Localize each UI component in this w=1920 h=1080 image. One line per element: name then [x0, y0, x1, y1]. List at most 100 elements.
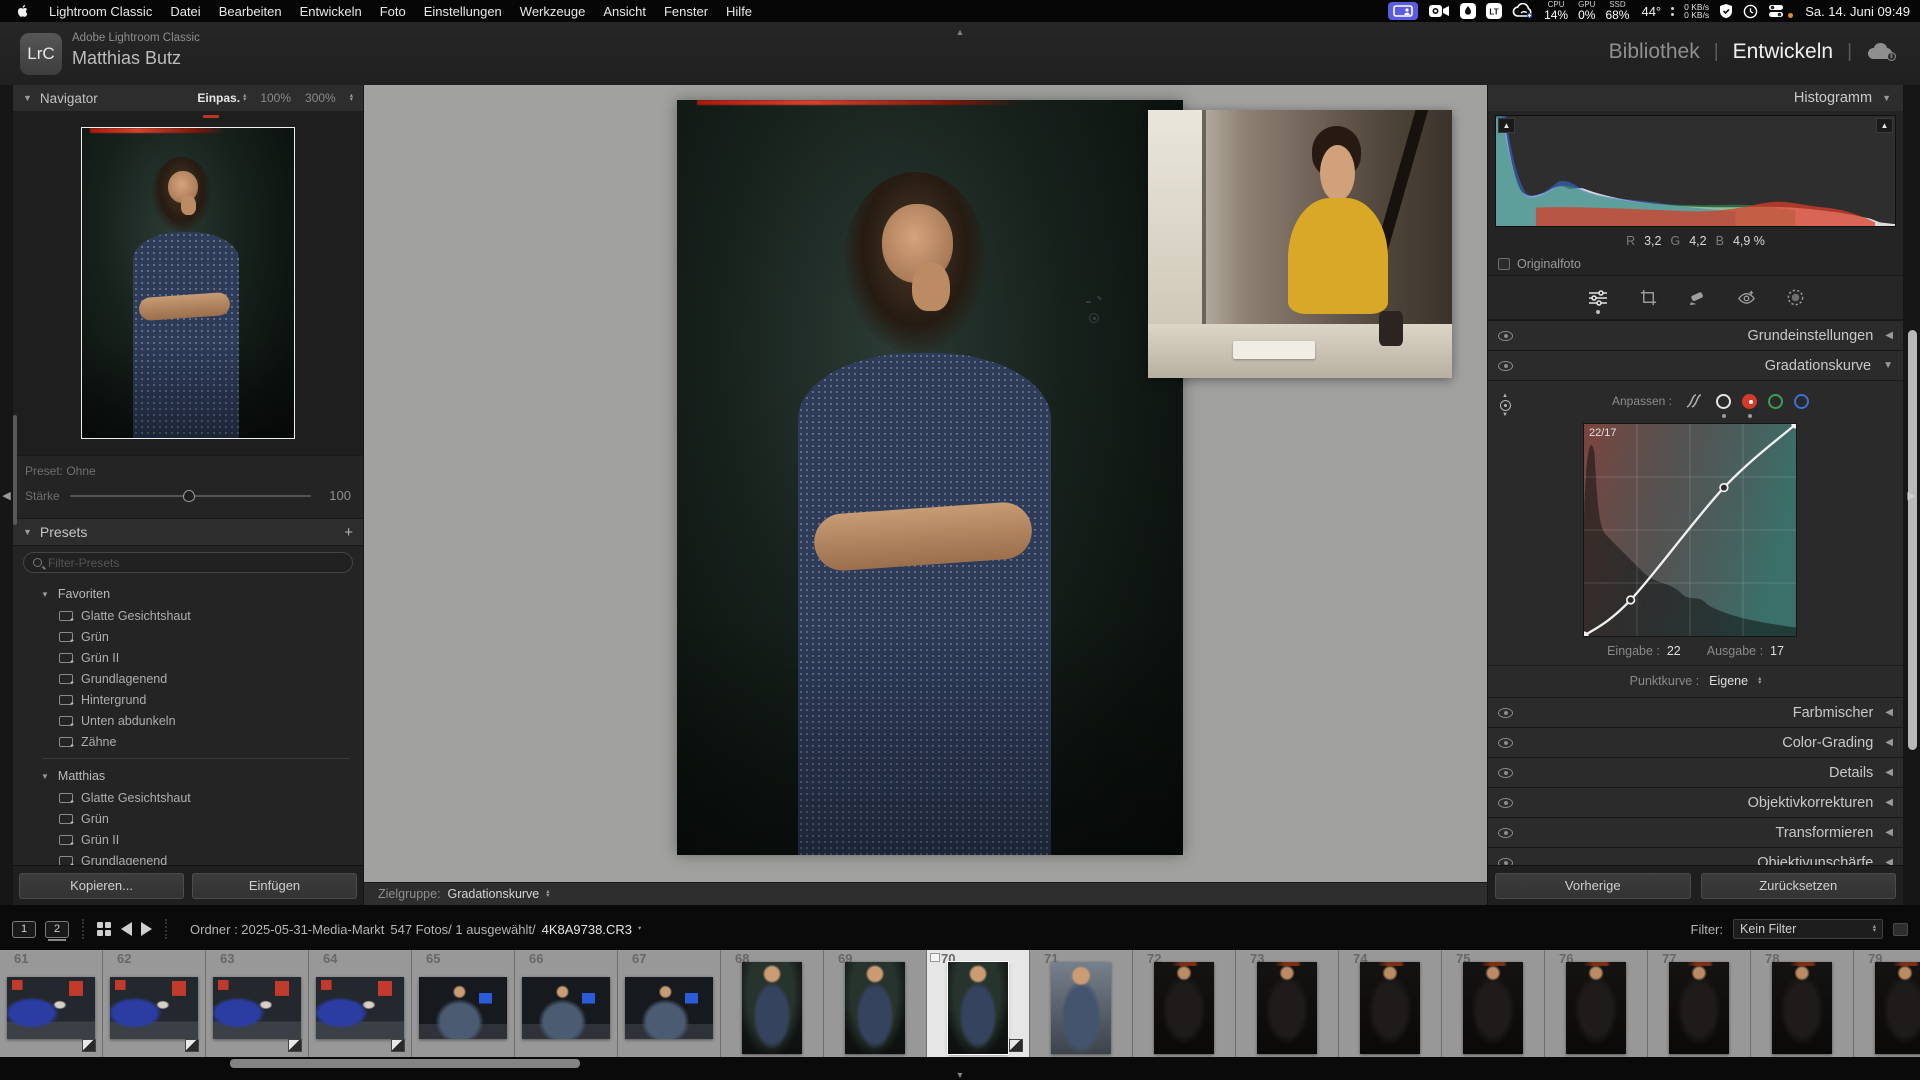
thumbnail-photo[interactable] [625, 977, 713, 1039]
menubar-menu-item[interactable]: Hilfe [717, 4, 761, 19]
menubar-menu-item[interactable]: Bearbeiten [210, 4, 291, 19]
filmstrip-thumbnail[interactable]: 61 [0, 950, 103, 1057]
thumbnail-photo[interactable] [1566, 962, 1626, 1054]
navigator-header[interactable]: ▼ Navigator Einpas.▴▾ 100% 300% ▴▾ [13, 85, 363, 111]
preset-item[interactable]: Grün II [13, 647, 363, 668]
point-curve-stepper-icon[interactable]: ▴▾ [1758, 677, 1761, 684]
filmstrip-thumbnail[interactable]: 72 [1133, 950, 1236, 1057]
add-preset-button[interactable]: + [344, 524, 353, 541]
thumbnail-photo[interactable] [948, 962, 1008, 1054]
collapsed-section-header[interactable]: Transformieren ◀ [1488, 817, 1903, 847]
go-forward-arrow-icon[interactable] [141, 922, 152, 936]
gpu-stat[interactable]: GPU0% [1578, 1, 1595, 21]
collapse-filmstrip-arrow[interactable]: ▼ [956, 1070, 965, 1080]
preset-item[interactable]: Glatte Gesichtshaut [13, 787, 363, 808]
panel-eye-icon[interactable] [1498, 738, 1513, 748]
reset-button[interactable]: Zurücksetzen [1701, 873, 1897, 899]
temperature-stat[interactable]: 44° [1641, 4, 1661, 19]
menubar-menu-item[interactable]: Ansicht [594, 4, 655, 19]
preset-item[interactable]: Grün [13, 808, 363, 829]
navigator-preview[interactable] [13, 111, 363, 455]
preset-search-input[interactable]: Filter-Presets [23, 552, 353, 573]
screen-mirroring-icon[interactable] [1388, 2, 1418, 20]
thumbnail-photo[interactable] [110, 977, 198, 1039]
module-library[interactable]: Bibliothek [1609, 40, 1700, 64]
thumbnail-photo[interactable] [1875, 962, 1920, 1054]
thumbnail-photo[interactable] [1051, 962, 1111, 1054]
previous-button[interactable]: Vorherige [1495, 873, 1691, 899]
point-curve-row[interactable]: Punktkurve : Eigene ▴▾ [1488, 665, 1903, 695]
filmstrip-thumbnail[interactable]: 66 [515, 950, 618, 1057]
section-gradationskurve-header[interactable]: Gradationskurve ▼ [1488, 350, 1903, 380]
thumbnail-photo[interactable] [522, 977, 610, 1039]
zoom-stepper-icon[interactable]: ▴▾ [350, 94, 353, 101]
collapsed-section-header[interactable]: Farbmischer ◀ [1488, 697, 1903, 727]
original-photo-checkbox[interactable] [1498, 258, 1510, 270]
zoom-300-control[interactable]: 300% [305, 91, 336, 105]
zoom-100-control[interactable]: 100% [260, 91, 291, 105]
filter-lock-button[interactable] [1893, 923, 1908, 936]
collapsed-section-header[interactable]: Details ◀ [1488, 757, 1903, 787]
targeted-adjustment-tool-icon[interactable]: ▲▼ [1497, 393, 1513, 419]
preset-item[interactable]: Grün II [13, 829, 363, 850]
masking-tool-icon[interactable] [1786, 288, 1805, 307]
filmstrip-thumbnail[interactable]: 64 [309, 950, 412, 1057]
thumbnail-photo[interactable] [845, 962, 905, 1054]
right-panel-scrollbar[interactable] [1908, 330, 1917, 750]
target-group-stepper-icon[interactable]: ▴▾ [546, 890, 549, 897]
panel-eye-icon[interactable] [1498, 858, 1513, 866]
panel-eye-icon[interactable] [1498, 828, 1513, 838]
thumbnail-photo[interactable] [1463, 962, 1523, 1054]
point-curve-channel-icon[interactable] [1716, 394, 1731, 409]
strength-slider-knob[interactable] [183, 490, 195, 502]
menubar-menu-item[interactable]: Entwickeln [291, 4, 371, 19]
filmstrip-thumbnail[interactable]: 68 [721, 950, 824, 1057]
panel-eye-icon[interactable] [1498, 708, 1513, 718]
second-window-button[interactable]: 2 [45, 921, 69, 938]
main-window-button[interactable]: 1 [12, 921, 36, 938]
filter-select[interactable]: Kein Filter ▴▾ [1733, 919, 1883, 939]
histogram-plot[interactable]: ▲ ▲ [1495, 115, 1896, 227]
cpu-stat[interactable]: CPU14% [1544, 1, 1568, 21]
preset-item[interactable]: Grün [13, 626, 363, 647]
control-center-icon[interactable] [1768, 2, 1784, 20]
menubar-menu-item[interactable]: Datei [161, 4, 209, 19]
filmstrip-thumbnail[interactable]: 69 [824, 950, 927, 1057]
thumbnail-photo[interactable] [1669, 962, 1729, 1054]
crop-tool-icon[interactable] [1639, 288, 1658, 307]
filmstrip-thumbnail[interactable]: 79 [1854, 950, 1920, 1057]
preset-item[interactable]: Glatte Gesichtshaut [13, 605, 363, 626]
panel-eye-icon[interactable] [1498, 361, 1513, 371]
main-photo[interactable] [677, 100, 1183, 855]
menubar-dots-icon[interactable] [1671, 7, 1674, 16]
strength-slider[interactable] [70, 495, 311, 497]
preset-item[interactable]: Hintergrund [13, 689, 363, 710]
menubar-menu-item[interactable]: Werkzeuge [511, 4, 595, 19]
ssd-stat[interactable]: SSD68% [1605, 1, 1629, 21]
filmstrip-thumbnail[interactable]: 67 [618, 950, 721, 1057]
go-back-arrow-icon[interactable] [121, 922, 132, 936]
menubar-menu-item[interactable]: Lightroom Classic [40, 4, 161, 19]
preset-item[interactable]: Grundlagenend [13, 850, 363, 865]
filmstrip-thumbnail[interactable]: 76 [1545, 950, 1648, 1057]
thumbnail-photo[interactable] [1360, 962, 1420, 1054]
healing-tool-icon[interactable] [1688, 288, 1707, 307]
left-panel-scrollbar[interactable] [13, 415, 17, 525]
tone-curve-plot[interactable]: 22/17 [1583, 423, 1797, 637]
preset-item[interactable]: Grundlagenend [13, 668, 363, 689]
sync-cloud-icon[interactable]: ‖ [1866, 43, 1896, 61]
source-dropdown-icon[interactable]: ▾ [638, 927, 641, 931]
thumbnail-photo[interactable] [213, 977, 301, 1039]
filmstrip-thumbnail[interactable]: 77 [1648, 950, 1751, 1057]
panel-eye-icon[interactable] [1498, 798, 1513, 808]
red-eye-tool-icon[interactable] [1737, 288, 1756, 307]
panel-eye-icon[interactable] [1498, 331, 1513, 341]
menubar-clock[interactable]: Sa. 14. Juni 09:49 [1805, 4, 1910, 19]
filmstrip-thumbnail[interactable]: 71 [1030, 950, 1133, 1057]
thumbnail-photo[interactable] [419, 977, 507, 1039]
thumbnail-photo[interactable] [1154, 962, 1214, 1054]
highlight-clipping-icon[interactable]: ▲ [1876, 118, 1893, 133]
preset-group-matthias[interactable]: ▼ Matthias [13, 765, 363, 787]
paste-settings-button[interactable]: Einfügen [192, 873, 357, 899]
section-grundeinstellungen[interactable]: Grundeinstellungen ◀ [1488, 320, 1903, 350]
